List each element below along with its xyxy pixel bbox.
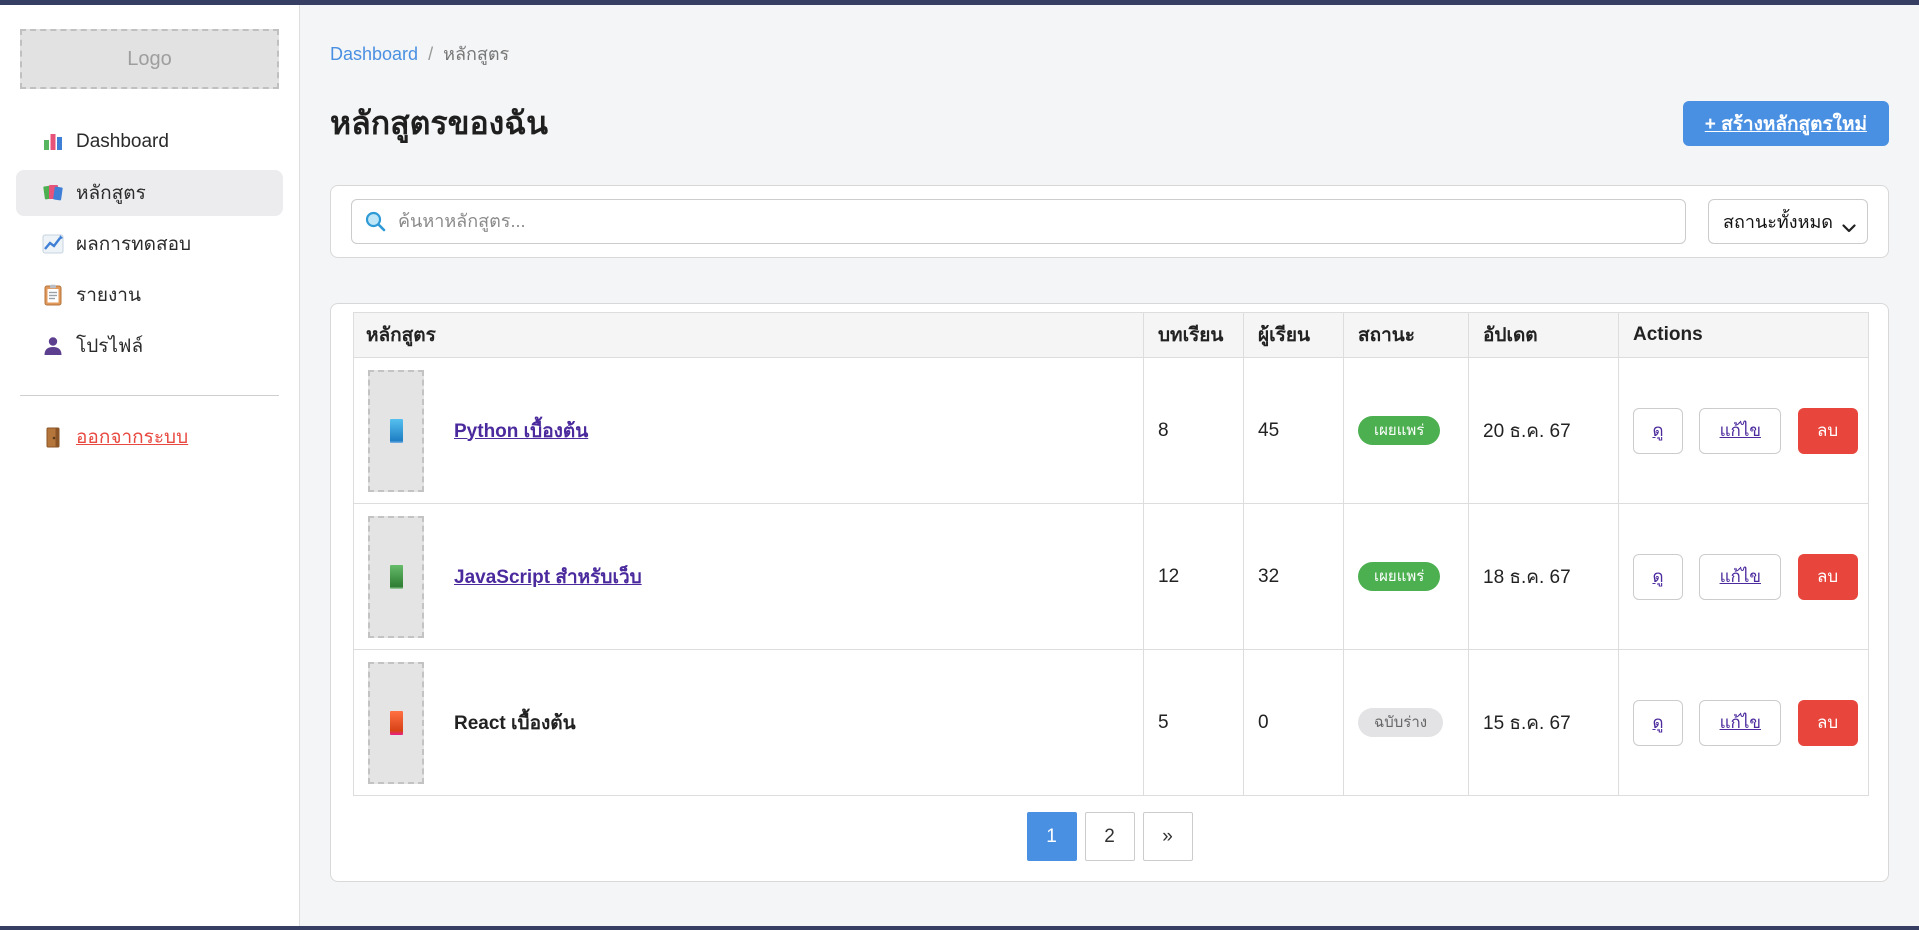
breadcrumb-dashboard-link[interactable]: Dashboard: [330, 44, 418, 64]
sidebar-item-test-results[interactable]: ผลการทดสอบ: [16, 221, 283, 267]
view-button[interactable]: ดู: [1633, 554, 1683, 600]
updated-date: 20 ธ.ค. 67: [1469, 358, 1619, 504]
course-cell: React เบื้องต้น: [368, 662, 1129, 784]
delete-button[interactable]: ลบ: [1798, 408, 1858, 454]
course-cell: Python เบื้องต้น: [368, 370, 1129, 492]
column-header-updated: อัปเดต: [1469, 313, 1619, 358]
sidebar: Logo Dashboard หลักสูตร ผลการทดสอบ: [0, 5, 300, 926]
book-icon: [390, 711, 403, 735]
page-title: หลักสูตรของฉัน: [330, 98, 548, 149]
course-cell: JavaScript สำหรับเว็บ: [368, 516, 1129, 638]
books-icon: [42, 182, 64, 204]
course-thumbnail: [368, 516, 424, 638]
course-title-link[interactable]: Python เบื้องต้น: [454, 416, 588, 446]
door-icon: [42, 426, 64, 448]
course-table: หลักสูตร บทเรียน ผู้เรียน สถานะ อัปเดต A…: [353, 312, 1869, 796]
status-badge: เผยแพร่: [1358, 416, 1440, 445]
column-header-students: ผู้เรียน: [1244, 313, 1344, 358]
clipboard-icon: [42, 284, 64, 306]
sidebar-item-label: รายงาน: [76, 280, 141, 310]
search-input[interactable]: [351, 199, 1686, 244]
lessons-count: 8: [1144, 358, 1244, 504]
table-row: JavaScript สำหรับเว็บ 12 32 เผยแพร่ 18 ธ…: [354, 504, 1869, 650]
search-field: [351, 199, 1686, 244]
sidebar-item-label: Dashboard: [76, 131, 169, 153]
sidebar-divider: [20, 395, 279, 396]
table-header-row: หลักสูตร บทเรียน ผู้เรียน สถานะ อัปเดต A…: [354, 313, 1869, 358]
students-count: 0: [1244, 650, 1344, 796]
person-icon: [42, 335, 64, 357]
status-badge: เผยแพร่: [1358, 562, 1440, 591]
sidebar-item-label: ผลการทดสอบ: [76, 229, 191, 259]
edit-button[interactable]: แก้ไข: [1699, 700, 1781, 746]
pagination: 12»: [353, 812, 1866, 861]
course-thumbnail: [368, 370, 424, 492]
logout-label: ออกจากระบบ: [76, 422, 188, 452]
logout-link[interactable]: ออกจากระบบ: [16, 422, 283, 452]
status-filter-select[interactable]: สถานะทั้งหมด: [1708, 199, 1868, 244]
delete-button[interactable]: ลบ: [1798, 554, 1858, 600]
table-row: Python เบื้องต้น 8 45 เผยแพร่ 20 ธ.ค. 67…: [354, 358, 1869, 504]
breadcrumb: Dashboard / หลักสูตร: [330, 39, 1889, 68]
course-title-link[interactable]: React เบื้องต้น: [454, 708, 576, 738]
table-row: React เบื้องต้น 5 0 ฉบับร่าง 15 ธ.ค. 67 …: [354, 650, 1869, 796]
next-page-button[interactable]: »: [1143, 812, 1193, 861]
column-header-actions: Actions: [1619, 313, 1869, 358]
main-content: Dashboard / หลักสูตร หลักสูตรของฉัน + สร้า…: [300, 5, 1919, 926]
page-button-1[interactable]: 1: [1027, 812, 1077, 861]
column-header-course: หลักสูตร: [354, 313, 1144, 358]
view-button[interactable]: ดู: [1633, 700, 1683, 746]
status-badge: ฉบับร่าง: [1358, 708, 1443, 737]
status-filter-value: สถานะทั้งหมด: [1723, 207, 1833, 236]
book-icon: [390, 419, 403, 443]
sidebar-item-profile[interactable]: โปรไฟล์: [16, 323, 283, 369]
course-thumbnail: [368, 662, 424, 784]
lessons-count: 12: [1144, 504, 1244, 650]
logo-placeholder: Logo: [20, 29, 279, 89]
page-button-2[interactable]: 2: [1085, 812, 1135, 861]
column-header-status: สถานะ: [1344, 313, 1469, 358]
breadcrumb-current: หลักสูตร: [443, 44, 509, 64]
breadcrumb-separator: /: [428, 44, 433, 64]
course-title-link[interactable]: JavaScript สำหรับเว็บ: [454, 562, 642, 592]
course-table-body: Python เบื้องต้น 8 45 เผยแพร่ 20 ธ.ค. 67…: [354, 358, 1869, 796]
bar-chart-icon: [42, 131, 64, 153]
sidebar-item-courses[interactable]: หลักสูตร: [16, 170, 283, 216]
logo-text: Logo: [127, 48, 172, 71]
line-chart-icon: [42, 233, 64, 255]
updated-date: 15 ธ.ค. 67: [1469, 650, 1619, 796]
bottom-accent-bar: [0, 926, 1919, 930]
sidebar-item-dashboard[interactable]: Dashboard: [16, 119, 283, 165]
course-table-card: หลักสูตร บทเรียน ผู้เรียน สถานะ อัปเดต A…: [330, 303, 1889, 882]
search-icon: [364, 210, 386, 232]
students-count: 32: [1244, 504, 1344, 650]
create-course-button[interactable]: + สร้างหลักสูตรใหม่: [1683, 101, 1889, 146]
book-icon: [390, 565, 403, 589]
sidebar-item-label: หลักสูตร: [76, 178, 146, 208]
sidebar-nav: Dashboard หลักสูตร ผลการทดสอบ รายงาน: [0, 119, 299, 452]
column-header-lessons: บทเรียน: [1144, 313, 1244, 358]
page-header: หลักสูตรของฉัน + สร้างหลักสูตรใหม่: [330, 98, 1889, 149]
delete-button[interactable]: ลบ: [1798, 700, 1858, 746]
updated-date: 18 ธ.ค. 67: [1469, 504, 1619, 650]
chevron-down-icon: [1842, 217, 1856, 238]
view-button[interactable]: ดู: [1633, 408, 1683, 454]
lessons-count: 5: [1144, 650, 1244, 796]
edit-button[interactable]: แก้ไข: [1699, 408, 1781, 454]
sidebar-item-reports[interactable]: รายงาน: [16, 272, 283, 318]
sidebar-item-label: โปรไฟล์: [76, 331, 143, 361]
filter-card: สถานะทั้งหมด: [330, 185, 1889, 258]
edit-button[interactable]: แก้ไข: [1699, 554, 1781, 600]
students-count: 45: [1244, 358, 1344, 504]
